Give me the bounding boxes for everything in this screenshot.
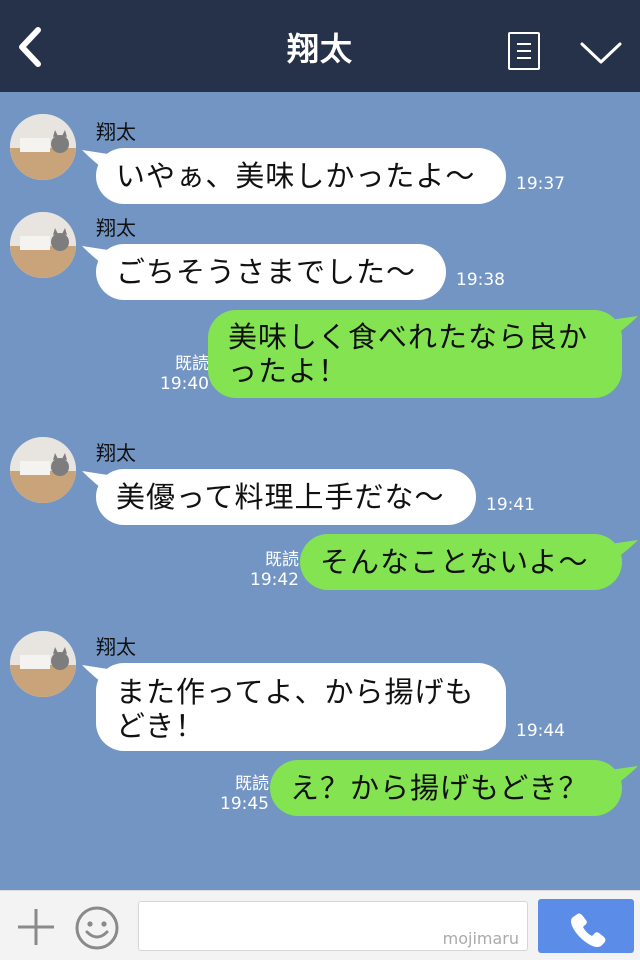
message-input[interactable]: mojimaru: [138, 901, 528, 951]
plus-icon[interactable]: [16, 907, 56, 947]
message-bubble[interactable]: え？から揚げもどき？: [270, 760, 622, 816]
sender-name: 翔太: [96, 441, 136, 465]
message-bubble[interactable]: また作ってよ、から揚げも どき！: [96, 663, 506, 751]
phone-icon: [571, 913, 606, 947]
read-status: 既読 19:45: [220, 774, 269, 814]
sender-name: 翔太: [96, 216, 136, 240]
avatar[interactable]: [10, 437, 76, 503]
read-status: 既読 19:40: [160, 354, 209, 394]
message-bubble[interactable]: そんなことないよ〜: [300, 534, 622, 590]
message-bubble[interactable]: いやぁ、美味しかったよ〜: [96, 148, 506, 204]
call-button[interactable]: [538, 899, 634, 953]
sender-name: 翔太: [96, 635, 136, 659]
message-time: 19:42: [250, 570, 299, 590]
chevron-down-icon[interactable]: [578, 38, 624, 68]
message-bubble[interactable]: 美優って料理上手だな〜: [96, 469, 476, 525]
message-time: 19:37: [516, 174, 565, 194]
message-time: 19:41: [486, 495, 535, 515]
input-bar: mojimaru: [0, 890, 640, 960]
bubble-tail: [610, 540, 638, 562]
read-status: 既読 19:42: [250, 550, 299, 590]
avatar[interactable]: [10, 631, 76, 697]
bubble-tail: [610, 316, 638, 338]
bubble-tail: [610, 766, 638, 788]
message-bubble[interactable]: ごちそうさまでした〜: [96, 244, 446, 300]
emoji-icon[interactable]: [74, 905, 120, 951]
chat-screen: 翔太 翔太 いやぁ、美味しかったよ〜 19:37 翔太 ごちそうさまでした〜 1…: [0, 0, 640, 960]
message-bubble[interactable]: 美味しく食べれたなら良か ったよ！: [208, 310, 622, 398]
avatar[interactable]: [10, 212, 76, 278]
menu-icon[interactable]: [508, 32, 540, 70]
message-time: 19:38: [456, 270, 505, 290]
avatar[interactable]: [10, 114, 76, 180]
message-time: 19:40: [160, 374, 209, 394]
message-time: 19:44: [516, 721, 565, 741]
sender-name: 翔太: [96, 120, 136, 144]
watermark: mojimaru: [442, 929, 519, 948]
chat-title: 翔太: [286, 30, 353, 68]
header-bar: 翔太: [0, 0, 640, 92]
message-time: 19:45: [220, 794, 269, 814]
